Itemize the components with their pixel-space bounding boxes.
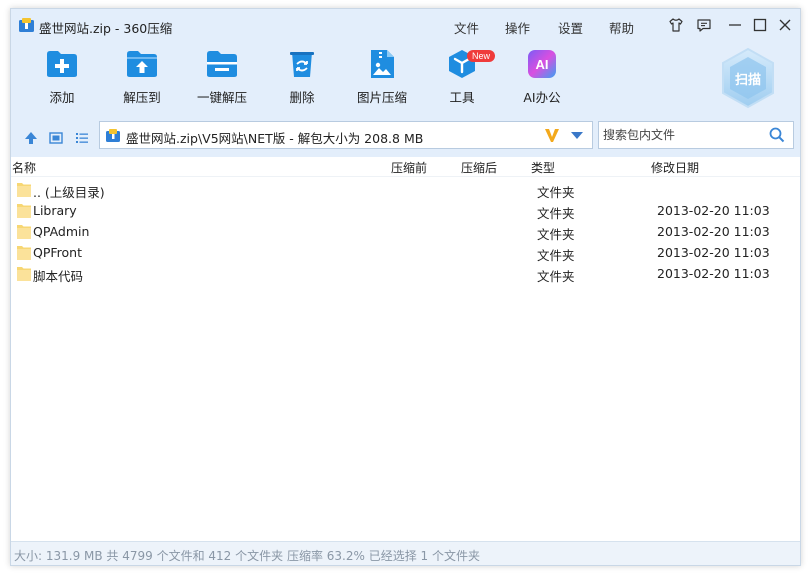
ai-icon-text: AI (536, 57, 549, 72)
file-date: 2013-02-20 11:03 (657, 245, 770, 260)
one-click-extract-button[interactable]: 一键解压 (187, 49, 257, 113)
path-text: 盛世网站.zip\V5网站\NET版 - 解包大小为 208.8 MB (126, 131, 424, 146)
menu-help[interactable]: 帮助 (609, 18, 634, 37)
minimize-icon[interactable] (727, 17, 743, 33)
file-row[interactable]: 脚本代码 文件夹 2013-02-20 11:03 (11, 263, 800, 284)
folder-icon (17, 183, 31, 197)
status-bar: 大小: 131.9 MB 共 4799 个文件和 412 个文件夹 压缩率 63… (11, 541, 800, 565)
zip-file-icon (106, 129, 120, 142)
ai-office-label: AI办公 (523, 90, 561, 105)
file-date: 2013-02-20 11:03 (657, 203, 770, 218)
folder-icon (17, 246, 31, 260)
file-date: 2013-02-20 11:03 (657, 266, 770, 281)
search-icon[interactable] (769, 127, 785, 143)
up-arrow-icon[interactable] (24, 131, 38, 145)
shirt-icon[interactable] (668, 17, 684, 33)
file-name: Library (33, 203, 77, 218)
folder-icon (17, 225, 31, 239)
column-header: 名称 压缩前 压缩后 类型 修改日期 (11, 157, 800, 177)
image-compress-button[interactable]: 图片压缩 (347, 49, 417, 113)
menu-operation[interactable]: 操作 (505, 18, 530, 37)
file-list: .. (上级目录) 文件夹 Library 文件夹 2013-02-20 11:… (11, 177, 800, 541)
file-type: 文件夹 (537, 185, 575, 200)
v-logo-icon[interactable] (544, 127, 560, 143)
tools-label: 工具 (449, 90, 475, 105)
window-title: 盛世网站.zip - 360压缩 (39, 21, 173, 36)
message-icon[interactable] (696, 17, 712, 33)
folder-icon (17, 267, 31, 281)
ai-office-button[interactable]: AI AI办公 (507, 49, 577, 113)
toolbar: 添加 解压到 一键解压 删除 图片压缩 New 工具 AI AI办公 扫描 (11, 41, 800, 117)
add-button[interactable]: 添加 (27, 49, 97, 113)
title-bar: 盛世网站.zip - 360压缩 文件 操作 设置 帮助 (11, 9, 800, 41)
menu-settings[interactable]: 设置 (558, 18, 583, 37)
maximize-icon[interactable] (752, 17, 768, 33)
file-name: QPFront (33, 245, 82, 260)
file-row-parent[interactable]: .. (上级目录) 文件夹 (11, 179, 800, 200)
address-bar: 盛世网站.zip\V5网站\NET版 - 解包大小为 208.8 MB (11, 117, 800, 157)
column-compressed-size[interactable]: 压缩后 (461, 159, 497, 176)
file-row[interactable]: Library 文件夹 2013-02-20 11:03 (11, 200, 800, 221)
file-row[interactable]: QPAdmin 文件夹 2013-02-20 11:03 (11, 221, 800, 242)
delete-button[interactable]: 删除 (267, 49, 337, 113)
file-name: QPAdmin (33, 224, 90, 239)
path-field[interactable]: 盛世网站.zip\V5网站\NET版 - 解包大小为 208.8 MB (99, 121, 593, 149)
file-date: 2013-02-20 11:03 (657, 224, 770, 239)
column-original-size[interactable]: 压缩前 (391, 159, 427, 176)
menu-file[interactable]: 文件 (454, 18, 479, 37)
image-compress-label: 图片压缩 (356, 90, 407, 105)
file-type: 文件夹 (537, 206, 575, 221)
column-type[interactable]: 类型 (531, 159, 555, 176)
add-label: 添加 (49, 90, 75, 105)
file-type: 文件夹 (537, 269, 575, 284)
scan-label[interactable]: 扫描 (720, 69, 776, 88)
extract-to-label: 解压到 (123, 90, 161, 105)
folder-icon (17, 204, 31, 218)
one-click-extract-label: 一键解压 (196, 90, 247, 105)
ai-office-icon: AI (528, 50, 556, 78)
file-type: 文件夹 (537, 227, 575, 242)
search-box (598, 121, 794, 149)
status-text: 大小: 131.9 MB 共 4799 个文件和 412 个文件夹 压缩率 63… (14, 549, 480, 563)
search-input[interactable] (599, 122, 759, 148)
tools-button[interactable]: New 工具 (427, 49, 497, 113)
app-logo-icon (19, 18, 34, 32)
file-name: .. (上级目录) (33, 185, 105, 200)
app-window: 盛世网站.zip - 360压缩 文件 操作 设置 帮助 添加 解压到 一键解压… (10, 8, 801, 566)
thumbnail-view-icon[interactable] (49, 131, 63, 145)
image-compress-icon (371, 50, 394, 78)
add-icon (47, 51, 77, 77)
chevron-down-icon[interactable] (571, 132, 583, 139)
column-modified-date[interactable]: 修改日期 (651, 159, 699, 176)
new-badge: New (467, 50, 496, 62)
column-name[interactable]: 名称 (12, 159, 36, 176)
file-row[interactable]: QPFront 文件夹 2013-02-20 11:03 (11, 242, 800, 263)
close-icon[interactable] (777, 17, 793, 33)
extract-to-button[interactable]: 解压到 (107, 49, 177, 113)
file-name: 脚本代码 (33, 269, 84, 284)
file-type: 文件夹 (537, 248, 575, 263)
delete-label: 删除 (289, 90, 315, 105)
list-view-icon[interactable] (75, 131, 89, 145)
extract-to-icon (127, 51, 157, 77)
one-click-extract-icon (207, 51, 237, 77)
delete-icon (290, 52, 314, 77)
